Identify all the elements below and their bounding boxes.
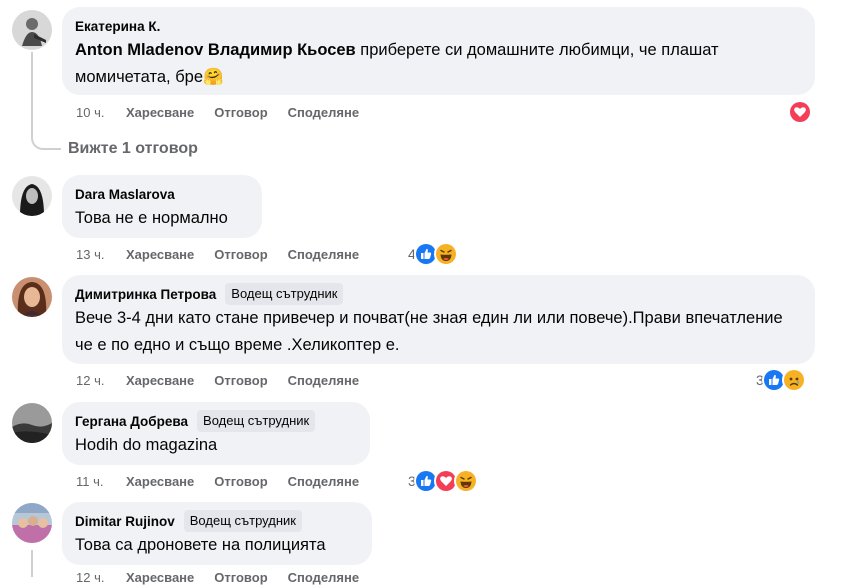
timestamp[interactable]: 12 ч. — [76, 570, 126, 585]
haha-icon — [433, 242, 458, 266]
thread-line — [31, 52, 33, 130]
comment-text: Hodih do magazina — [75, 436, 218, 454]
top-contributor-badge[interactable]: Водещ сътрудник — [225, 283, 344, 305]
timestamp[interactable]: 11 ч. — [76, 474, 126, 489]
like-button[interactable]: Харесване — [126, 247, 194, 262]
view-replies-link[interactable]: Вижте 1 отговор — [68, 140, 198, 158]
love-icon — [788, 100, 812, 124]
avatar[interactable] — [12, 10, 52, 50]
comment-text: Anton Mladenov Владимир Кьосев приберете… — [75, 37, 803, 91]
comment-author[interactable]: Димитринка Петрова — [75, 287, 216, 302]
like-button[interactable]: Харесване — [126, 570, 194, 585]
comment-actions: 13 ч. Харесване Отговор Споделяне — [76, 243, 379, 265]
comment-bubble: Dara Maslarova Това не е нормално — [62, 175, 262, 238]
share-button[interactable]: Споделяне — [288, 247, 359, 262]
comment-actions: 10 ч. Харесване Отговор Споделяне — [76, 101, 379, 123]
thread-line — [31, 550, 33, 577]
comment-bubble: Гергана Добрева Водещ сътрудник Hodih do … — [62, 402, 370, 465]
reply-button[interactable]: Отговор — [214, 247, 267, 262]
reaction-summary[interactable] — [788, 100, 812, 124]
comment-actions: 12 ч. Харесване Отговор Споделяне — [76, 369, 379, 391]
top-contributor-badge[interactable]: Водещ сътрудник — [183, 510, 302, 532]
like-button[interactable]: Харесване — [126, 105, 194, 120]
like-button[interactable]: Харесване — [126, 474, 194, 489]
comment-bubble: Димитринка Петрова Водещ сътрудник Вече 3… — [62, 275, 815, 364]
haha-icon — [453, 469, 478, 493]
comment-bubble: Dimitar Rujinov Водещ сътрудник Това са д… — [62, 502, 372, 565]
reply-button[interactable]: Отговор — [214, 105, 267, 120]
comment-author[interactable]: Dara Maslarova — [75, 187, 175, 202]
comment-author[interactable]: Dimitar Rujinov — [75, 514, 175, 529]
avatar[interactable] — [12, 277, 52, 317]
share-button[interactable]: Споделяне — [288, 474, 359, 489]
reaction-summary[interactable]: 4 — [408, 242, 458, 266]
comment-text: Вече 3-4 дни като стане привечер и почва… — [75, 309, 783, 354]
comment-author[interactable]: Екатерина К. — [75, 19, 160, 34]
reply-button[interactable]: Отговор — [214, 373, 267, 388]
sad-icon — [781, 368, 806, 392]
avatar[interactable] — [12, 403, 52, 443]
comment-author[interactable]: Гергана Добрева — [75, 414, 188, 429]
avatar[interactable] — [12, 503, 52, 543]
share-button[interactable]: Споделяне — [288, 570, 359, 585]
comment-actions: 11 ч. Харесване Отговор Споделяне — [76, 470, 379, 492]
reply-button[interactable]: Отговор — [214, 570, 267, 585]
reaction-summary[interactable]: 3 — [756, 368, 806, 392]
comment-text: Това са дроновете на полицията — [75, 536, 326, 554]
like-button[interactable]: Харесване — [126, 373, 194, 388]
comment-actions: 12 ч. Харесване Отговор Споделяне — [76, 566, 379, 588]
share-button[interactable]: Споделяне — [288, 373, 359, 388]
avatar[interactable] — [12, 176, 52, 216]
mention-link[interactable]: Anton Mladenov Владимир Кьосев — [75, 41, 356, 59]
top-contributor-badge[interactable]: Водещ сътрудник — [197, 410, 316, 432]
reaction-summary[interactable]: 3 — [408, 469, 478, 493]
share-button[interactable]: Споделяне — [288, 105, 359, 120]
timestamp[interactable]: 10 ч. — [76, 105, 126, 120]
comment-bubble: Екатерина К. Anton Mladenov Владимир Кьо… — [62, 7, 815, 95]
reply-button[interactable]: Отговор — [214, 474, 267, 489]
timestamp[interactable]: 12 ч. — [76, 373, 126, 388]
comment-text: Това не е нормално — [75, 209, 228, 227]
reply-connector — [31, 128, 61, 150]
timestamp[interactable]: 13 ч. — [76, 247, 126, 262]
